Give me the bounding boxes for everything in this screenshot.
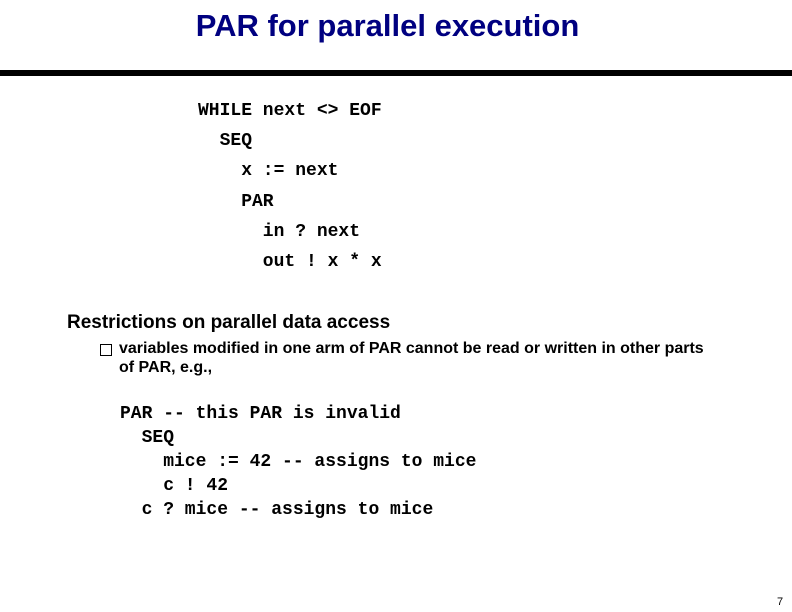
code-block-invalid-par: PAR -- this PAR is invalid SEQ mice := 4… [120,402,476,522]
bullet-item: variables modified in one arm of PAR can… [100,339,720,377]
code-line: in ? next [198,221,361,242]
square-bullet-icon [100,344,112,356]
slide-title: PAR for parallel execution [195,8,580,43]
bullet-text: variables modified in one arm of PAR can… [119,340,704,376]
title-divider [0,70,792,76]
code-line: PAR -- this PAR is invalid [120,404,401,424]
code-line: x := next [198,161,339,182]
code-block-while-loop: WHILE next <> EOF SEQ x := next PAR in ?… [198,96,382,277]
code-line: mice := 42 -- assigns to mice [120,452,477,472]
code-line: PAR [198,191,274,212]
code-line: SEQ [198,131,253,152]
code-line: c ! 42 [120,476,229,496]
code-line: SEQ [120,428,175,448]
code-line: c ? mice -- assigns to mice [120,500,434,520]
page-number: 7 [777,596,784,608]
code-line: out ! x * x [198,252,382,273]
code-line: WHILE next <> EOF [198,101,382,121]
section-heading: Restrictions on parallel data access [67,312,391,333]
